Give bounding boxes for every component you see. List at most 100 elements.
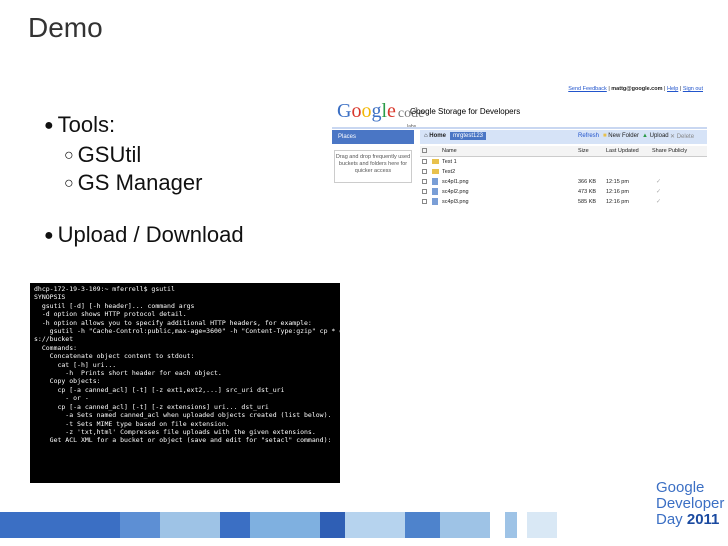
slide-title: Demo <box>28 12 103 43</box>
terminal-line: dhcp-172-19-3-109:~ mferrell$ gsutil <box>34 285 175 293</box>
table-row[interactable]: Test2 <box>420 167 707 177</box>
terminal-line: gsutil -h "Cache-Control:public,max-age=… <box>34 327 340 336</box>
places-drop-area[interactable]: Drag and drop frequently used buckets an… <box>334 150 412 183</box>
row-name[interactable]: sc4pl3.png <box>442 199 469 205</box>
bullet-gsutil: ○ GSUtil <box>64 142 141 168</box>
upload-button[interactable]: ▲ Upload <box>642 133 669 139</box>
places-header: Places <box>332 130 414 144</box>
home-button[interactable]: ⌂ Home <box>424 133 446 139</box>
footer-stripes <box>0 512 728 538</box>
table-row[interactable]: sc4pl3.png 585 KB 12:16 pm ✓ <box>420 197 707 207</box>
terminal-line: -d option shows HTTP protocol detail. <box>34 310 187 319</box>
bucket-breadcrumb[interactable]: mrgtest123 <box>450 132 487 140</box>
google-developer-day-logo: Google Developer Day 2011 <box>656 480 724 528</box>
row-checkbox[interactable] <box>422 169 427 174</box>
terminal-line: SYNOPSIS <box>34 293 66 302</box>
terminal-line: -t Sets MIME type based on file extensio… <box>34 419 230 428</box>
row-updated: 12:16 pm <box>606 189 629 195</box>
bullet-gsutil-text: GSUtil <box>77 142 142 167</box>
bullet-circle-icon: ○ <box>64 175 74 193</box>
terminal-line: Concatenate object content to stdout: <box>34 352 195 361</box>
share-check-icon[interactable]: ✓ <box>656 198 661 205</box>
image-file-icon <box>432 178 438 185</box>
terminal-line: Commands: <box>34 343 78 352</box>
sign-out-link[interactable]: Sign out <box>683 86 703 92</box>
share-check-icon[interactable]: ✓ <box>656 188 661 195</box>
terminal-line: - or - <box>34 394 89 403</box>
column-size[interactable]: Size <box>578 148 589 154</box>
home-icon: ⌂ <box>424 133 428 139</box>
gdd-day: Day <box>656 511 683 528</box>
upload-label: Upload <box>649 133 669 139</box>
gdd-line3: Day 2011 <box>656 512 724 528</box>
terminal-line: Get ACL XML for a bucket or object (save… <box>34 436 332 445</box>
row-updated: 12:16 pm <box>606 199 629 205</box>
column-name[interactable]: Name <box>442 148 457 154</box>
bullet-dot-icon: ● <box>44 227 54 245</box>
gdd-year: 2011 <box>686 511 720 528</box>
new-folder-button[interactable]: ■ New Folder <box>603 133 639 139</box>
folder-icon <box>432 159 439 164</box>
table-row[interactable]: sc4pl1.png 366 KB 12:15 pm ✓ <box>420 177 707 187</box>
home-label: Home <box>429 133 446 139</box>
image-file-icon <box>432 198 438 205</box>
row-checkbox[interactable] <box>422 199 427 204</box>
terminal-line: gsutil [-d] [-h header]... command args <box>34 301 195 310</box>
gdd-line2: Developer <box>656 495 725 512</box>
row-size: 473 KB <box>578 189 597 195</box>
row-name[interactable]: Test2 <box>442 169 455 175</box>
column-share[interactable]: Share Publicly <box>652 148 687 154</box>
gdd-line1: Google <box>656 479 705 496</box>
table-row[interactable]: Test 1 <box>420 157 707 167</box>
terminal-line: cat [-h] uri... <box>34 360 117 369</box>
delete-icon: ✕ <box>670 134 676 140</box>
terminal-line: -z 'txt,html' Compresses file uploads wi… <box>34 427 316 436</box>
table-row[interactable]: sc4pl2.png 473 KB 12:16 pm ✓ <box>420 187 707 197</box>
bullet-dot-icon: ● <box>44 117 54 135</box>
terminal-line: -h option allows you to specify addition… <box>34 318 312 327</box>
row-size: 585 KB <box>578 199 597 205</box>
delete-button[interactable]: ✕ Delete <box>670 133 694 140</box>
toolbar: ⌂ Home mrgtest123 Refresh ■ New Folder ▲… <box>420 130 707 144</box>
gs-manager-screenshot: Send Feedback | mattg@google.com | Help … <box>332 80 707 330</box>
new-folder-label: New Folder <box>608 133 639 139</box>
terminal-line: s://bucket <box>34 335 74 344</box>
refresh-button[interactable]: Refresh <box>578 133 599 139</box>
bullet-upload-download: ● Upload / Download <box>44 222 244 248</box>
share-check-icon[interactable]: ✓ <box>656 178 661 185</box>
logo-google: Google <box>337 100 396 122</box>
bullet-upload-download-text: Upload / Download <box>57 222 244 247</box>
terminal-line: Copy objects: <box>34 377 101 386</box>
upload-icon: ▲ <box>642 133 648 139</box>
terminal-line: -a Sets named canned_acl when uploaded o… <box>34 411 332 420</box>
file-grid: Name Size Last Updated Share Publicly Te… <box>420 146 707 207</box>
row-updated: 12:15 pm <box>606 179 629 185</box>
image-file-icon <box>432 188 438 195</box>
user-email: mattg@google.com <box>611 86 663 92</box>
row-name[interactable]: Test 1 <box>442 159 457 165</box>
terminal-line: -h Prints short header for each object. <box>34 369 222 378</box>
header-divider <box>332 127 707 129</box>
terminal-line: cp [-a canned_acl] [-t] [-z extensions] … <box>34 402 269 411</box>
send-feedback-link[interactable]: Send Feedback <box>568 86 607 92</box>
row-checkbox[interactable] <box>422 189 427 194</box>
row-checkbox[interactable] <box>422 179 427 184</box>
row-name[interactable]: sc4pl2.png <box>442 189 469 195</box>
row-size: 366 KB <box>578 179 597 185</box>
folder-icon <box>432 169 439 174</box>
terminal-window[interactable]: dhcp-172-19-3-109:~ mferrell$ gsutil SYN… <box>30 283 340 483</box>
grid-header: Name Size Last Updated Share Publicly <box>420 146 707 157</box>
bullet-tools-text: Tools: <box>57 112 116 137</box>
column-updated[interactable]: Last Updated <box>606 148 639 154</box>
folder-icon: ■ <box>603 133 607 139</box>
delete-label: Delete <box>676 134 695 140</box>
bullet-gs-manager-text: GS Manager <box>77 170 203 195</box>
select-all-checkbox[interactable] <box>422 148 427 153</box>
help-link[interactable]: Help <box>667 86 678 92</box>
bullet-gs-manager: ○ GS Manager <box>64 170 202 196</box>
top-links: Send Feedback | mattg@google.com | Help … <box>568 86 703 92</box>
row-name[interactable]: sc4pl1.png <box>442 179 469 185</box>
product-title: Google Storage for Developers <box>410 107 521 116</box>
terminal-line: cp [-a canned_acl] [-t] [-z ext1,ext2,..… <box>34 385 285 394</box>
row-checkbox[interactable] <box>422 159 427 164</box>
